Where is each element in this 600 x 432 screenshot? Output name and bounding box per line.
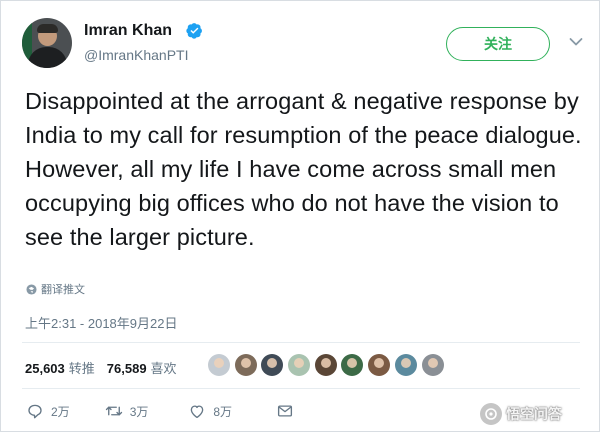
retweet-count: 3万	[129, 404, 149, 419]
divider	[22, 342, 580, 343]
liker-avatar[interactable]	[288, 354, 311, 376]
globe-icon	[26, 283, 37, 295]
avatar[interactable]	[22, 18, 72, 68]
retweet-button[interactable]: 3万	[105, 402, 149, 420]
liker-avatar[interactable]	[208, 354, 230, 376]
liker-avatar[interactable]	[341, 354, 364, 376]
reply-button[interactable]: 2万	[26, 402, 70, 420]
divider	[22, 388, 580, 389]
translate-label[interactable]: 翻译推文	[41, 281, 85, 297]
tweet-actions: 2万 3万 8万	[26, 402, 301, 420]
watermark-logo-icon	[480, 403, 502, 425]
author-name[interactable]: Imran Khan	[84, 22, 172, 40]
liker-avatar[interactable]	[234, 354, 257, 376]
reply-icon	[28, 404, 42, 419]
envelope-icon	[278, 405, 293, 417]
verified-badge-icon	[186, 23, 202, 39]
like-count: 8万	[213, 404, 233, 419]
liker-avatar[interactable]	[394, 354, 417, 376]
engagement-stats: 25,603 转推 76,589 喜欢	[25, 358, 177, 377]
watermark-text: 悟空问答	[506, 406, 562, 422]
liker-avatar[interactable]	[261, 354, 284, 376]
watermark: 悟空问答	[480, 403, 562, 425]
heart-icon	[191, 405, 204, 419]
liker-avatar[interactable]	[368, 354, 391, 376]
follow-button[interactable]: 关注	[446, 27, 550, 61]
liker-avatar[interactable]	[314, 354, 337, 376]
liker-avatar[interactable]	[421, 354, 444, 376]
tweet-timestamp[interactable]: 上午2:31 - 2018年9月22日	[25, 313, 177, 332]
author-handle[interactable]: @ImranKhanPTI	[84, 47, 188, 63]
translate-tweet-link[interactable]: 翻译推文	[26, 281, 85, 297]
chevron-down-icon[interactable]	[569, 37, 583, 47]
like-button[interactable]: 8万	[188, 402, 232, 420]
likes-stat[interactable]: 76,589 喜欢	[107, 358, 177, 377]
retweets-stat[interactable]: 25,603 转推	[25, 358, 95, 377]
retweet-icon	[105, 406, 122, 416]
direct-message-button[interactable]	[276, 402, 301, 420]
tweet-text: Disappointed at the arrogant & negative …	[25, 88, 582, 250]
reply-count: 2万	[51, 404, 70, 419]
liker-avatars	[208, 354, 448, 376]
